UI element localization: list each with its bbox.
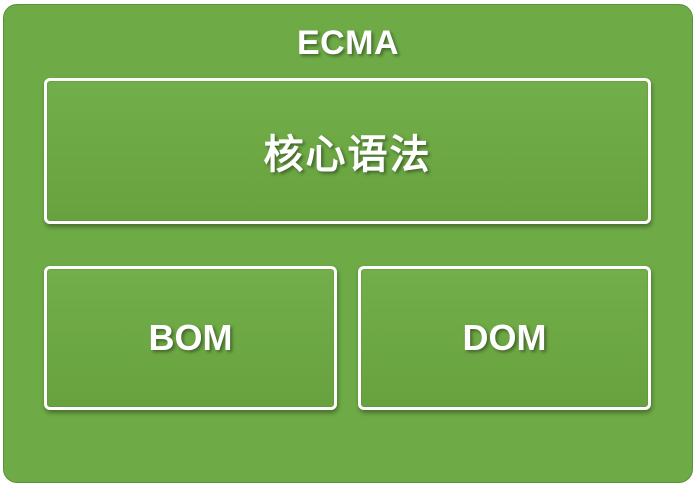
ecma-label: ECMA: [296, 24, 400, 62]
ecma-container: ECMA: [3, 4, 693, 483]
dom-box: DOM: [358, 266, 651, 410]
bom-label: BOM: [148, 317, 233, 358]
bom-box: BOM: [44, 266, 337, 410]
core-syntax-box: 核心语法: [44, 78, 651, 224]
core-syntax-label: 核心语法: [263, 132, 432, 178]
dom-label: DOM: [462, 317, 547, 358]
